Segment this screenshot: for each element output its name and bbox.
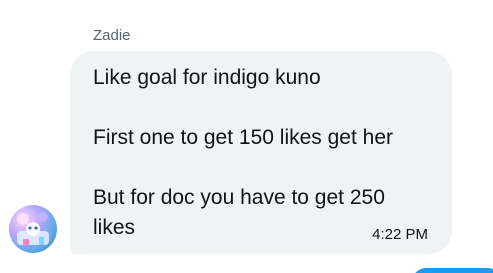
message-bubble[interactable]: Like goal for indigo kuno First one to g… bbox=[70, 51, 452, 254]
message-timestamp: 4:22 PM bbox=[372, 226, 428, 243]
user-avatar-icon[interactable] bbox=[9, 205, 57, 253]
dm-conversation: Zadie Like goal for indigo kuno First on… bbox=[0, 0, 493, 273]
message-line: But for doc you have to get 250 bbox=[93, 186, 385, 209]
message-line: First one to get 150 likes get her bbox=[93, 126, 393, 149]
outgoing-message-bubble-edge bbox=[412, 268, 493, 273]
message-line: likes bbox=[93, 216, 136, 239]
message-line: Like goal for indigo kuno bbox=[93, 66, 321, 89]
sender-name: Zadie bbox=[93, 27, 131, 44]
